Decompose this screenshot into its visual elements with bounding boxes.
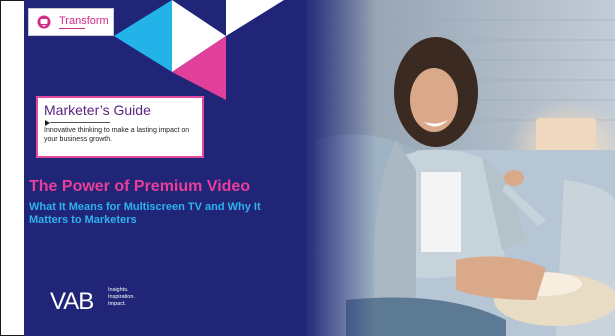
guide-divider	[50, 122, 110, 123]
photo-fade-overlay	[306, 0, 376, 336]
brand-logo-box: Transform	[28, 8, 114, 36]
tagline-line: Inspiration.	[108, 294, 135, 300]
vab-logo: VAB	[50, 288, 94, 315]
guide-label-box: Marketer’s Guide Innovative thinking to …	[36, 96, 204, 158]
tagline-line: Impact.	[108, 301, 127, 307]
transform-logo-icon	[37, 15, 51, 29]
report-title: The Power of Premium Video	[29, 178, 251, 195]
report-subtitle: What It Means for Multiscreen TV and Why…	[29, 201, 261, 226]
guide-title: Marketer’s Guide	[44, 102, 151, 118]
tagline-line: Insights.	[108, 287, 129, 293]
brand-underline	[59, 28, 85, 29]
brand-name: Transform	[59, 15, 109, 27]
page: Transform Marketer’s Guide Innovative th…	[0, 0, 615, 336]
vab-tagline: Insights. Inspiration. Impact.	[108, 287, 135, 308]
decorative-shapes	[114, 0, 284, 100]
guide-subtitle: Innovative thinking to make a lasting im…	[44, 127, 190, 143]
report-cover: Transform Marketer’s Guide Innovative th…	[24, 0, 615, 336]
